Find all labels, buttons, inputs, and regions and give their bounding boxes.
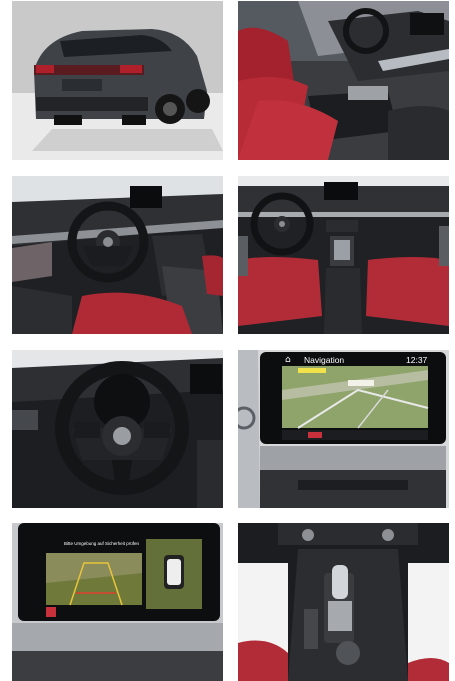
cockpit-front-image: [238, 176, 449, 334]
photo-cockpit-front[interactable]: [238, 176, 449, 334]
photo-rear-exterior[interactable]: [12, 1, 223, 160]
photo-gear-shifter[interactable]: [238, 523, 449, 681]
navigation-screen-image: [238, 350, 449, 508]
photo-navigation-screen[interactable]: ⌂ Navigation 12:37: [238, 350, 449, 508]
photo-gallery: ⌂ Navigation 12:37 Bitte Umgebung auf Si…: [0, 0, 455, 681]
nav-home-icon: ⌂: [285, 355, 291, 365]
photo-parking-camera[interactable]: Bitte Umgebung auf Sicherheit prüfen: [12, 523, 223, 681]
gear-shifter-image: [238, 523, 449, 681]
nav-title: Navigation: [304, 355, 345, 365]
dashboard-side-image: [12, 176, 223, 334]
photo-interior-side[interactable]: [238, 1, 449, 160]
nav-clock: 12:37: [406, 355, 428, 365]
photo-dashboard-side[interactable]: [12, 176, 223, 334]
rear-exterior-image: [12, 1, 223, 160]
camera-notice: Bitte Umgebung auf Sicherheit prüfen: [64, 541, 140, 546]
steering-wheel-image: [12, 350, 223, 508]
interior-side-image: [238, 1, 449, 160]
photo-steering-wheel[interactable]: [12, 350, 223, 508]
